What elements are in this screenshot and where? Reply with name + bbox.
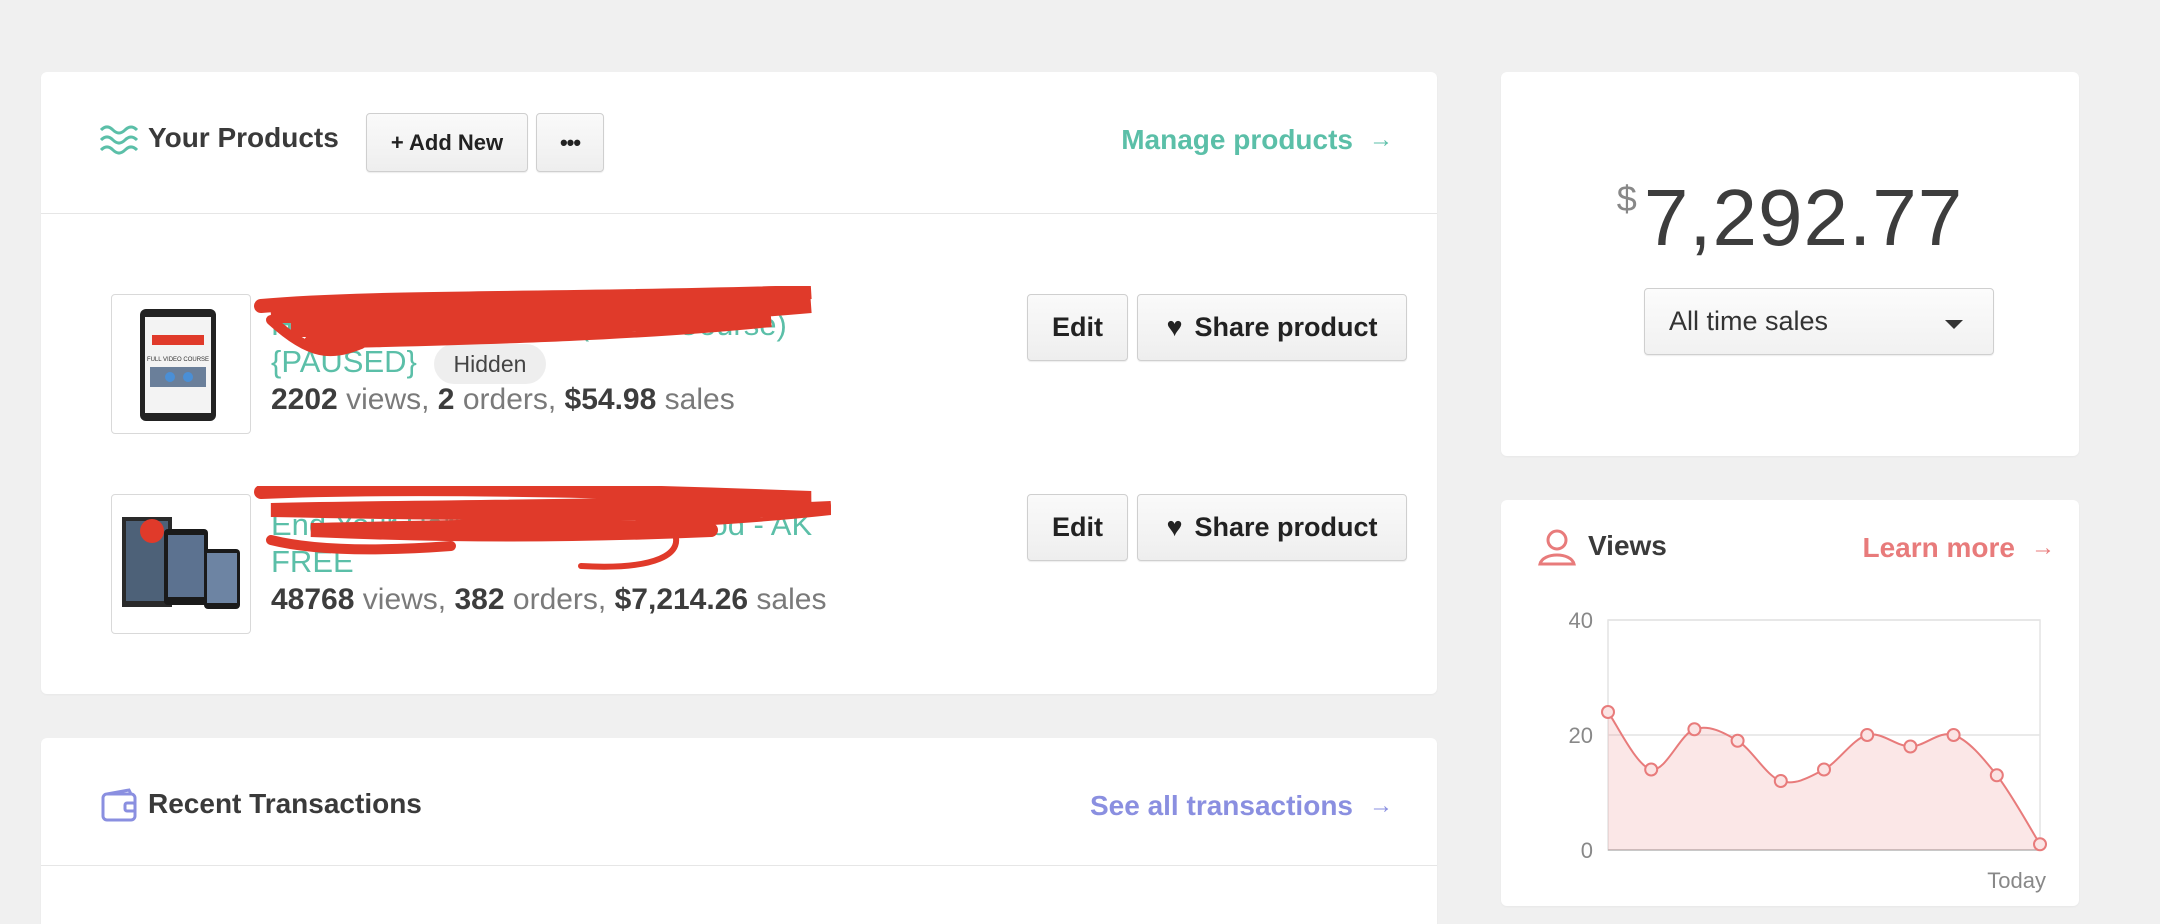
- product-row: End Your Porn Addiction For Good - AK FR…: [111, 486, 1411, 634]
- share-label: Share product: [1194, 312, 1378, 342]
- views-count: 48768: [271, 583, 355, 616]
- product-name-link[interactable]: End Your Porn Addiction For Good - AK: [271, 506, 812, 543]
- views-chart: 0 20 40 Today: [1569, 608, 2047, 893]
- transactions-title: Recent Transactions: [148, 788, 422, 819]
- data-point: [1601, 705, 1615, 719]
- data-point: [1687, 722, 1702, 737]
- add-new-button[interactable]: + Add New: [366, 113, 528, 172]
- y-tick-label: 20: [1569, 723, 1593, 748]
- data-point: [1946, 728, 1961, 742]
- products-title: Your Products: [148, 122, 339, 153]
- sales-period-value: All time sales: [1669, 306, 1829, 336]
- views-word: views,: [346, 383, 430, 416]
- orders-count: 2: [437, 383, 455, 416]
- see-all-transactions-link[interactable]: See all transactions →: [1090, 790, 1393, 822]
- data-point: [1644, 762, 1659, 777]
- learn-more-link[interactable]: Learn more →: [1863, 532, 2056, 564]
- sales-amount: $54.98: [564, 383, 657, 416]
- data-point: [1860, 728, 1875, 742]
- views-area: [1608, 712, 2040, 850]
- waves-icon: [99, 125, 139, 155]
- y-tick-label: 0: [1581, 838, 1593, 863]
- manage-products-link[interactable]: Manage products →: [1121, 124, 1393, 156]
- svg-text:FULL VIDEO COURSE: FULL VIDEO COURSE: [147, 357, 209, 363]
- product-status-line: {PAUSED} Hidden: [271, 343, 547, 384]
- user-icon: [1538, 529, 1576, 566]
- manage-products-label: Manage products: [1121, 124, 1353, 155]
- edit-button[interactable]: Edit: [1027, 294, 1128, 361]
- data-point: [2033, 837, 2047, 852]
- orders-word: orders,: [512, 583, 607, 616]
- hidden-badge: Hidden: [433, 343, 547, 384]
- views-title: Views: [1588, 530, 1667, 561]
- share-product-button[interactable]: ♥ Share product: [1137, 294, 1407, 361]
- data-point: [1989, 768, 2004, 783]
- product-paused-label[interactable]: {PAUSED}: [271, 344, 417, 379]
- product-stats: 48768 views, 382 orders, $7,214.26 sales: [271, 583, 826, 617]
- data-point: [1903, 739, 1918, 754]
- product-name-line2[interactable]: FREE: [271, 543, 354, 580]
- transactions-card: Recent Transactions See all transactions…: [41, 738, 1437, 924]
- share-product-button[interactable]: ♥ Share product: [1137, 494, 1407, 561]
- arrow-right-icon: →: [2031, 534, 2055, 561]
- transactions-header: Recent Transactions See all transactions…: [41, 738, 1437, 866]
- sales-word: sales: [664, 383, 735, 416]
- product-thumbnail[interactable]: FULL VIDEO COURSE: [111, 294, 251, 434]
- currency-symbol: $: [1616, 178, 1638, 219]
- sales-period-select[interactable]: All time sales: [1644, 288, 1994, 355]
- orders-word: orders,: [462, 383, 557, 416]
- sales-card: $7,292.77 All time sales: [1501, 72, 2079, 456]
- product-thumbnail[interactable]: [111, 494, 251, 634]
- x-tick-label: Today: [1987, 868, 2046, 893]
- see-all-transactions-label: See all transactions: [1089, 790, 1353, 821]
- heart-icon: ♥: [1166, 512, 1183, 542]
- chevron-down-icon: [1945, 320, 1963, 329]
- y-tick-label: 40: [1569, 608, 1593, 633]
- data-point: [1817, 762, 1831, 777]
- views-word: views,: [362, 583, 447, 616]
- ebook-bundle-image: [122, 517, 240, 609]
- views-card: Views Learn more → 0 20 40 Today: [1501, 500, 2079, 906]
- sales-total-amount: 7,292.77: [1643, 173, 1964, 262]
- data-point: [1730, 733, 1745, 748]
- products-header: Your Products + Add New ••• Manage produ…: [41, 72, 1437, 214]
- product-row: FULL VIDEO COURSE How To Collect Leads (…: [111, 286, 1411, 434]
- data-point: [1773, 774, 1788, 788]
- product-name-link[interactable]: How To Collect Leads (Video Course): [271, 306, 787, 343]
- total-sales: $7,292.77: [1501, 172, 2079, 264]
- arrow-right-icon: →: [1369, 792, 1393, 819]
- edit-button[interactable]: Edit: [1027, 494, 1128, 561]
- sales-amount: $7,214.26: [614, 583, 749, 616]
- sales-word: sales: [756, 583, 827, 616]
- ebook-cover-image: FULL VIDEO COURSE: [140, 309, 216, 421]
- learn-more-label: Learn more: [1862, 532, 2016, 563]
- arrow-right-icon: →: [1369, 126, 1393, 153]
- orders-count: 382: [454, 583, 505, 616]
- wallet-icon: [101, 788, 137, 822]
- more-options-button[interactable]: •••: [536, 113, 604, 172]
- product-stats: 2202 views, 2 orders, $54.98 sales: [271, 383, 735, 417]
- products-card: Your Products + Add New ••• Manage produ…: [41, 72, 1437, 694]
- views-count: 2202: [271, 383, 338, 416]
- share-label: Share product: [1194, 512, 1378, 542]
- heart-icon: ♥: [1166, 312, 1183, 342]
